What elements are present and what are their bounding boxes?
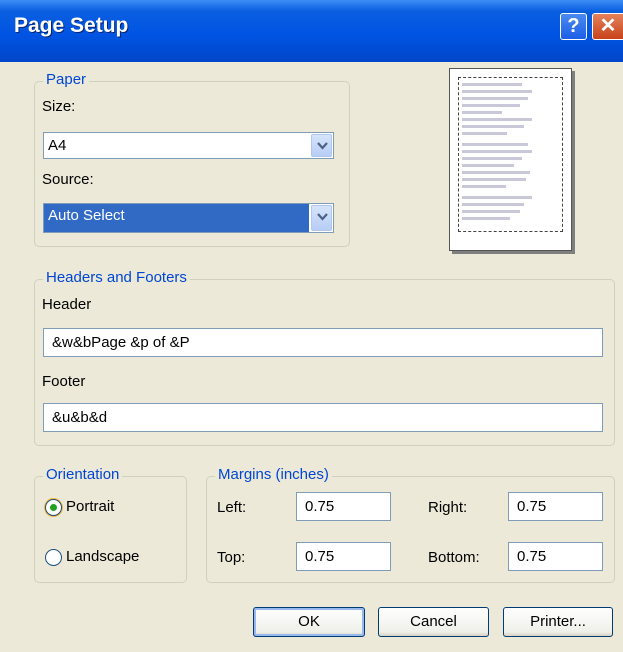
left-margin-label: Left: bbox=[217, 499, 247, 516]
header-input[interactable]: &w&bPage &p of &P bbox=[43, 328, 603, 357]
page-setup-dialog: Page Setup ? ✕ Paper Size: A4 Source: Au… bbox=[0, 0, 623, 652]
headers-footers-legend: Headers and Footers bbox=[43, 269, 190, 286]
preview-text-line bbox=[462, 143, 528, 146]
source-select-value: Auto Select bbox=[44, 204, 309, 232]
bottom-margin-label: Bottom: bbox=[428, 549, 480, 566]
header-label: Header bbox=[42, 296, 92, 313]
preview-text-line bbox=[462, 104, 520, 107]
cancel-button[interactable]: Cancel bbox=[378, 607, 489, 637]
title-bar[interactable]: Page Setup ? ✕ bbox=[0, 0, 623, 62]
right-margin-input[interactable]: 0.75 bbox=[508, 492, 603, 521]
close-icon[interactable]: ✕ bbox=[592, 13, 623, 40]
chevron-down-icon[interactable] bbox=[311, 134, 332, 157]
size-select-value: A4 bbox=[48, 137, 67, 154]
left-margin-input[interactable]: 0.75 bbox=[296, 492, 391, 521]
footer-input[interactable]: &u&b&d bbox=[43, 403, 603, 432]
bottom-margin-input[interactable]: 0.75 bbox=[508, 542, 603, 571]
orientation-legend: Orientation bbox=[43, 466, 123, 483]
orientation-group: Orientation bbox=[34, 466, 187, 583]
page-preview bbox=[449, 68, 572, 251]
preview-text-line bbox=[462, 196, 532, 199]
preview-text-line bbox=[462, 118, 532, 121]
preview-text-line bbox=[462, 150, 532, 153]
top-margin-input[interactable]: 0.75 bbox=[296, 542, 391, 571]
source-label: Source: bbox=[42, 171, 94, 188]
help-icon[interactable]: ? bbox=[560, 13, 587, 40]
preview-text-line bbox=[462, 90, 532, 93]
preview-text-line bbox=[462, 217, 510, 220]
preview-text-line bbox=[462, 97, 528, 100]
preview-text-line bbox=[462, 83, 522, 86]
landscape-label[interactable]: Landscape bbox=[66, 548, 139, 565]
paper-legend: Paper bbox=[43, 71, 90, 88]
top-margin-label: Top: bbox=[217, 549, 246, 566]
right-margin-label: Right: bbox=[428, 499, 468, 516]
size-label: Size: bbox=[42, 98, 76, 115]
source-select[interactable]: Auto Select bbox=[43, 203, 334, 233]
radio-selected-dot bbox=[50, 504, 57, 511]
portrait-label[interactable]: Portrait bbox=[66, 498, 114, 515]
size-select[interactable]: A4 bbox=[43, 132, 334, 159]
preview-text-line bbox=[462, 111, 502, 114]
preview-text-line bbox=[462, 164, 514, 167]
footer-label: Footer bbox=[42, 373, 86, 390]
preview-text-line bbox=[462, 203, 524, 206]
margins-legend: Margins (inches) bbox=[215, 466, 332, 483]
preview-text-line bbox=[462, 178, 526, 181]
preview-text-line bbox=[462, 132, 507, 135]
landscape-radio[interactable] bbox=[45, 549, 62, 566]
printer-button[interactable]: Printer... bbox=[503, 607, 613, 637]
preview-text-line bbox=[462, 185, 506, 188]
preview-margins bbox=[458, 77, 563, 232]
portrait-radio[interactable] bbox=[45, 499, 62, 516]
chevron-down-icon[interactable] bbox=[311, 205, 332, 231]
preview-text-line bbox=[462, 125, 524, 128]
preview-text-line bbox=[462, 210, 520, 213]
dialog-title: Page Setup bbox=[14, 14, 129, 37]
ok-button[interactable]: OK bbox=[253, 607, 365, 637]
preview-text-line bbox=[462, 171, 530, 174]
preview-text-line bbox=[462, 157, 522, 160]
